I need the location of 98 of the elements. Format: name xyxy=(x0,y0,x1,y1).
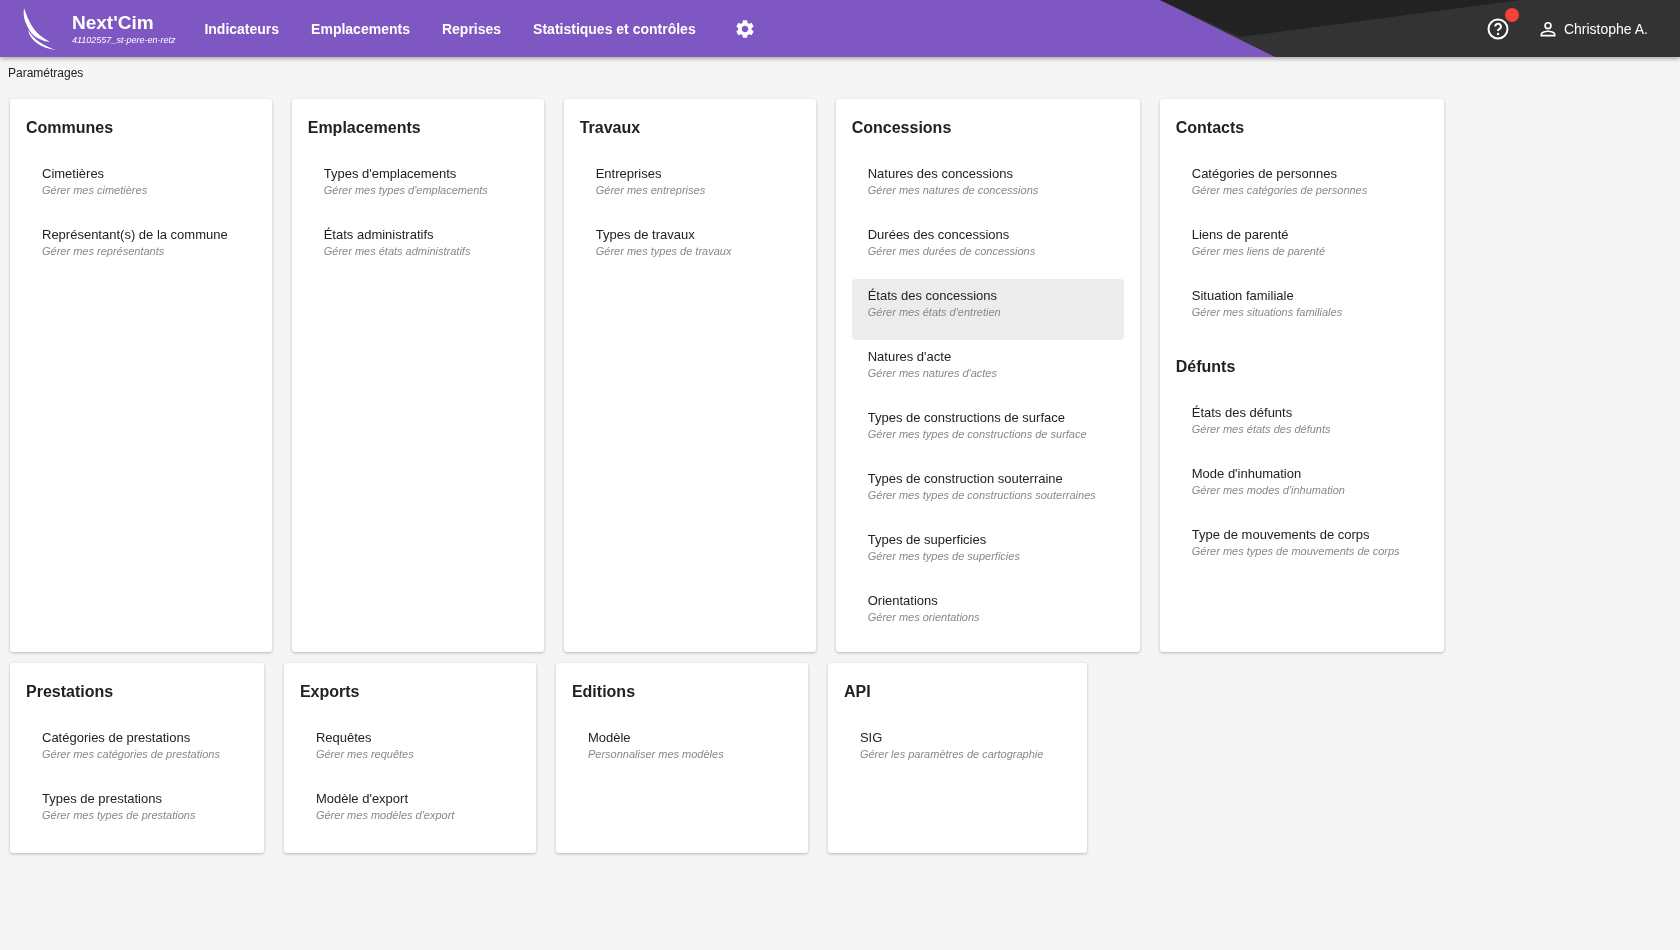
link-description: Gérer mes catégories de personnes xyxy=(1191,184,1369,196)
brand-name: Next'Cim xyxy=(72,12,155,34)
nav-link[interactable]: Indicateurs xyxy=(188,12,296,45)
link-description: Gérer mes types de constructions de surface xyxy=(867,428,1088,440)
link-title: Modèle xyxy=(587,730,632,745)
link-description: Gérer mes états d'entretien xyxy=(867,306,1002,318)
card-title: Emplacements xyxy=(307,119,422,138)
link-title: Catégories de prestations xyxy=(42,730,192,745)
settings-link[interactable]: Types d'emplacements Gérer mes types d'emplacements xyxy=(307,157,528,218)
link-description: Gérer les paramètres de cartographie xyxy=(859,748,1044,760)
settings-link[interactable]: États des défunts Gérer mes états des défunts xyxy=(1175,396,1428,457)
settings-link[interactable]: Représentant(s) de la commune Gérer mes représentants xyxy=(26,218,256,279)
link-description: Gérer mes catégories de prestations xyxy=(42,748,220,760)
settings-link[interactable]: Modèle Personnaliser mes modèles xyxy=(571,721,792,782)
link-description: Gérer mes natures de concessions xyxy=(867,184,1040,196)
settings-link[interactable]: États des concessions Gérer mes états d'entretien xyxy=(851,279,1124,340)
link-description: Personnaliser mes modèles xyxy=(587,748,725,760)
card-title: Concessions xyxy=(851,119,953,138)
link-title: Types de superficies xyxy=(867,532,988,547)
link-description: Gérer mes types de travaux xyxy=(595,245,733,257)
settings-link[interactable]: Modèle d'export Gérer mes modèles d'export xyxy=(299,782,520,843)
link-description: Gérer mes requêtes xyxy=(315,748,415,760)
settings-link[interactable]: Entreprises Gérer mes entreprises xyxy=(579,157,800,218)
link-title: Catégories de personnes xyxy=(1191,166,1338,181)
link-description: Gérer mes modèles d'export xyxy=(315,809,456,821)
link-title: Types de constructions de surface xyxy=(867,410,1066,425)
link-title: Durées des concessions xyxy=(867,227,1011,242)
link-title: Situation familiale xyxy=(1191,288,1295,303)
settings-link[interactable]: Situation familiale Gérer mes situations familiales xyxy=(1175,279,1428,340)
link-title: Représentant(s) de la commune xyxy=(42,227,228,242)
link-title: États des défunts xyxy=(1191,405,1294,420)
link-description: Gérer mes durées de concessions xyxy=(867,245,1037,257)
page-title: Paramétrages xyxy=(7,65,85,82)
link-description: Gérer mes entreprises xyxy=(595,184,707,196)
card-title: Communes xyxy=(26,119,115,138)
link-description: Gérer mes types de superficies xyxy=(867,550,1021,562)
settings-link[interactable]: Liens de parenté Gérer mes liens de parenté xyxy=(1175,218,1428,279)
link-title: Natures des concessions xyxy=(867,166,1014,181)
card-title: Défunts xyxy=(1175,357,1237,377)
link-title: États administratifs xyxy=(323,227,435,242)
card-title: Prestations xyxy=(26,683,115,702)
card-title: Travaux xyxy=(579,119,642,138)
link-title: Types de prestations xyxy=(42,791,163,806)
settings-link[interactable]: Requêtes Gérer mes requêtes xyxy=(299,721,520,782)
link-title: Modèle d'export xyxy=(315,791,409,806)
link-title: Natures d'acte xyxy=(867,349,953,364)
settings-link[interactable]: Cimetières Gérer mes cimetières xyxy=(26,157,256,218)
settings-link[interactable]: Types de prestations Gérer mes types de prestations xyxy=(26,782,248,843)
link-description: Gérer mes représentants xyxy=(42,245,166,257)
site-code: 41102557_st-pere-en-retz xyxy=(72,35,176,45)
settings-link[interactable]: États administratifs Gérer mes états administratifs xyxy=(307,218,528,279)
settings-link[interactable]: SIG Gérer les paramètres de cartographie xyxy=(843,721,1072,782)
settings-icon[interactable] xyxy=(733,17,756,40)
settings-link[interactable]: Types de construction souterraine Gérer mes types de constructions souterraines xyxy=(851,462,1124,523)
settings-link[interactable]: Type de mouvements de corps Gérer mes types de mouvements de corps xyxy=(1175,518,1428,579)
settings-link[interactable]: Natures d'acte Gérer mes natures d'actes xyxy=(851,340,1124,401)
nav-link[interactable]: Statistiques et contrôles xyxy=(517,12,712,45)
link-title: États des concessions xyxy=(867,288,999,303)
settings-link[interactable]: Orientations Gérer mes orientations xyxy=(851,584,1124,645)
settings-link[interactable]: Types de travaux Gérer mes types de travaux xyxy=(579,218,800,279)
link-title: Orientations xyxy=(867,593,939,608)
link-title: Mode d'inhumation xyxy=(1191,466,1303,481)
settings-link[interactable]: Durées des concessions Gérer mes durées de concessions xyxy=(851,218,1124,279)
link-description: Gérer mes états administratifs xyxy=(323,245,472,257)
settings-link[interactable]: Natures des concessions Gérer mes natures de concessions xyxy=(851,157,1124,218)
link-description: Gérer mes types de constructions souterraines xyxy=(867,489,1096,501)
nav-link[interactable]: Reprises xyxy=(425,12,518,45)
card-title: Editions xyxy=(571,683,637,702)
link-description: Gérer mes types de mouvements de corps xyxy=(1191,545,1400,557)
settings-link[interactable]: Types de constructions de surface Gérer mes types de constructions de surface xyxy=(851,401,1124,462)
link-description: Gérer mes types d'emplacements xyxy=(323,184,489,196)
settings-link[interactable]: Catégories de personnes Gérer mes catégories de personnes xyxy=(1175,157,1428,218)
link-description: Gérer mes orientations xyxy=(867,611,981,623)
link-title: Entreprises xyxy=(595,166,663,181)
card-title: Exports xyxy=(299,683,361,702)
link-title: SIG xyxy=(859,730,884,745)
link-title: Types de travaux xyxy=(595,227,696,242)
card-title: Contacts xyxy=(1175,119,1246,138)
link-description: Gérer mes cimetières xyxy=(42,184,149,196)
link-title: Cimetières xyxy=(42,166,106,181)
link-description: Gérer mes natures d'actes xyxy=(867,367,998,379)
link-description: Gérer mes situations familiales xyxy=(1191,306,1344,318)
settings-link[interactable]: Mode d'inhumation Gérer mes modes d'inhumation xyxy=(1175,457,1428,518)
user-menu[interactable]: Christophe A. xyxy=(1537,18,1648,39)
card-title: API xyxy=(843,683,872,702)
settings-link[interactable]: Types de superficies Gérer mes types de superficies xyxy=(851,523,1124,584)
link-title: Types de construction souterraine xyxy=(867,471,1064,486)
link-title: Type de mouvements de corps xyxy=(1191,527,1371,542)
link-description: Gérer mes types de prestations xyxy=(42,809,197,821)
link-title: Liens de parenté xyxy=(1191,227,1290,242)
link-title: Requêtes xyxy=(315,730,373,745)
nav-link[interactable]: Emplacements xyxy=(295,12,426,45)
help-icon[interactable] xyxy=(1485,16,1510,41)
link-title: Types d'emplacements xyxy=(323,166,458,181)
link-description: Gérer mes modes d'inhumation xyxy=(1191,484,1346,496)
link-description: Gérer mes liens de parenté xyxy=(1191,245,1327,257)
settings-link[interactable]: Catégories de prestations Gérer mes catégories de prestations xyxy=(26,721,248,782)
link-description: Gérer mes états des défunts xyxy=(1191,423,1332,435)
